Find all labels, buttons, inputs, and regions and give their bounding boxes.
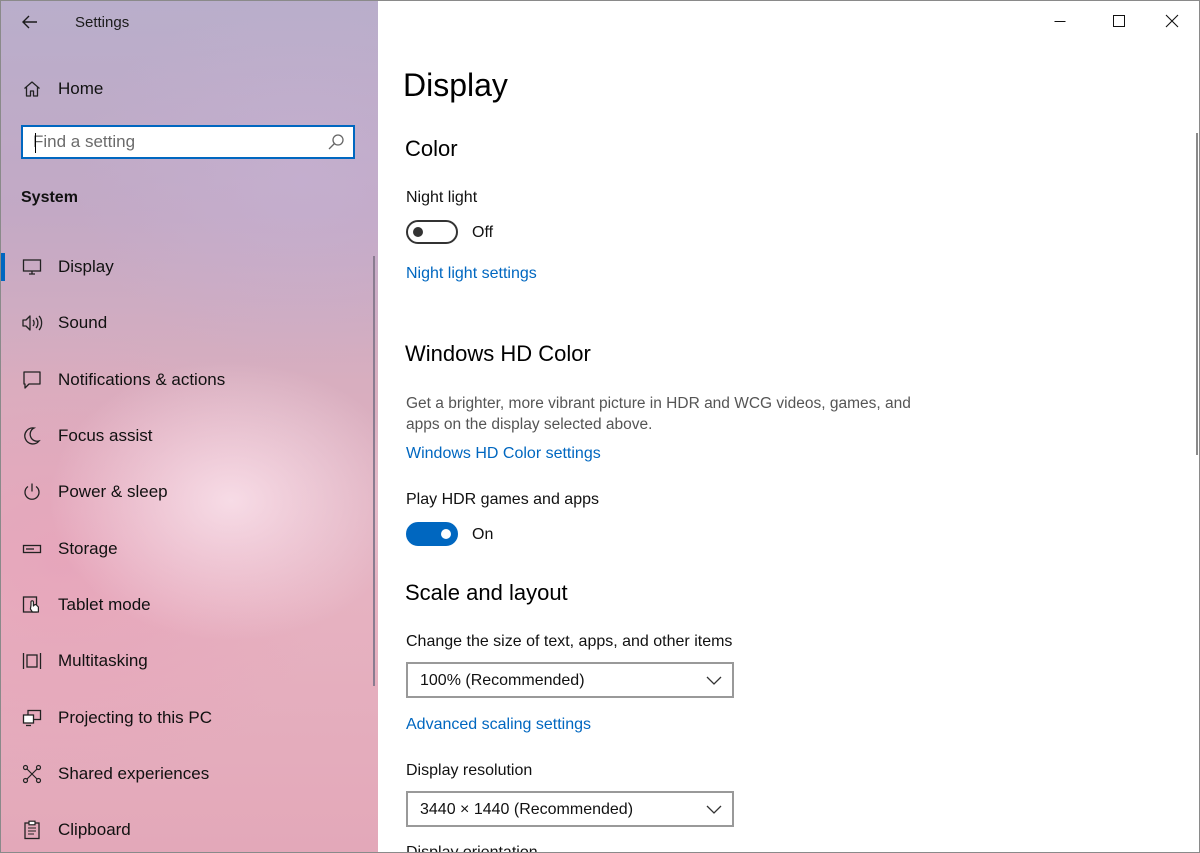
sidebar-scrollbar[interactable] — [373, 256, 375, 686]
sidebar-item-label: Clipboard — [58, 820, 131, 840]
orientation-label: Display orientation — [406, 843, 538, 852]
monitor-icon — [21, 256, 43, 278]
sidebar-item-label: Notifications & actions — [58, 369, 226, 389]
sidebar-item-notifications[interactable]: Notifications & actions — [1, 352, 371, 408]
projecting-icon — [21, 707, 43, 729]
night-light-label: Night light — [406, 189, 478, 206]
speaker-icon — [21, 312, 43, 334]
moon-icon — [21, 425, 43, 447]
sidebar-item-focus-assist[interactable]: Focus assist — [1, 408, 371, 464]
toggle-knob — [441, 529, 451, 539]
color-heading: Color — [405, 136, 458, 161]
sidebar-item-display[interactable]: Display — [1, 239, 371, 295]
chevron-down-icon — [706, 805, 722, 814]
app-title: Settings — [75, 14, 130, 31]
scale-layout-heading: Scale and layout — [405, 580, 568, 605]
toggle-knob — [413, 227, 423, 237]
sidebar-item-shared-experiences[interactable]: Shared experiences — [1, 746, 371, 802]
sidebar-item-label: Tablet mode — [58, 594, 151, 614]
page-title: Display — [403, 67, 508, 103]
scale-dropdown-value: 100% (Recommended) — [420, 672, 585, 689]
sidebar-item-label: Focus assist — [58, 426, 153, 446]
sidebar-nav-list: Display Sound Notifications & actions Fo… — [1, 239, 371, 852]
sidebar-item-storage[interactable]: Storage — [1, 520, 371, 576]
main-scrollbar[interactable] — [1196, 133, 1198, 455]
text-caret — [35, 133, 36, 153]
sidebar-item-label: Display — [58, 257, 114, 277]
close-button[interactable] — [1149, 1, 1195, 41]
minimize-icon — [1054, 21, 1066, 22]
notification-icon — [21, 369, 43, 391]
night-light-toggle[interactable] — [406, 220, 458, 244]
sidebar-item-tablet-mode[interactable]: Tablet mode — [1, 577, 371, 633]
resolution-label: Display resolution — [406, 762, 533, 779]
close-icon — [1165, 14, 1179, 28]
home-icon — [21, 78, 43, 100]
sidebar-item-clipboard[interactable]: Clipboard — [1, 802, 371, 852]
tablet-mode-icon — [21, 594, 43, 616]
maximize-icon — [1113, 15, 1125, 27]
minimize-button[interactable] — [1037, 1, 1083, 41]
search-input[interactable] — [33, 132, 323, 152]
night-light-settings-link[interactable]: Night light settings — [406, 265, 537, 283]
hdr-games-toggle[interactable] — [406, 522, 458, 546]
sidebar-item-label: Projecting to this PC — [58, 707, 213, 727]
night-light-state: Off — [472, 224, 494, 241]
maximize-button[interactable] — [1096, 1, 1142, 41]
sidebar-item-label: Multitasking — [58, 651, 148, 671]
sidebar-item-label: Shared experiences — [58, 763, 210, 783]
sidebar-item-label: Storage — [58, 538, 118, 558]
clipboard-icon — [21, 819, 43, 841]
hdr-games-state: On — [472, 526, 494, 543]
main-content: Display Color Night light Off Night ligh… — [378, 1, 1199, 852]
search-box[interactable] — [21, 125, 355, 159]
power-icon — [21, 481, 43, 503]
sidebar-item-power-sleep[interactable]: Power & sleep — [1, 464, 371, 520]
search-icon[interactable] — [327, 133, 345, 151]
settings-window: Settings Home System Display — [0, 0, 1200, 853]
sidebar-item-sound[interactable]: Sound — [1, 295, 371, 351]
chevron-down-icon — [706, 676, 722, 685]
hd-color-description: Get a brighter, more vibrant picture in … — [406, 395, 911, 433]
sidebar-home[interactable]: Home — [1, 71, 371, 107]
hd-color-heading: Windows HD Color — [405, 341, 591, 366]
back-arrow-icon — [22, 15, 37, 29]
hd-color-settings-link[interactable]: Windows HD Color settings — [406, 445, 601, 463]
resolution-dropdown[interactable]: 3440 × 1440 (Recommended) — [406, 791, 734, 827]
sidebar-item-label: Sound — [58, 313, 108, 333]
sidebar: Settings Home System Display — [1, 1, 378, 852]
sidebar-home-label: Home — [58, 79, 104, 98]
shared-experiences-icon — [21, 763, 43, 785]
resolution-dropdown-value: 3440 × 1440 (Recommended) — [420, 801, 634, 818]
sidebar-section-system: System — [21, 189, 78, 206]
storage-icon — [21, 538, 43, 560]
multitasking-icon — [21, 650, 43, 672]
advanced-scaling-link[interactable]: Advanced scaling settings — [406, 716, 591, 734]
sidebar-item-label: Power & sleep — [58, 482, 168, 502]
sidebar-item-projecting[interactable]: Projecting to this PC — [1, 689, 371, 745]
scale-label: Change the size of text, apps, and other… — [406, 633, 733, 650]
sidebar-item-multitasking[interactable]: Multitasking — [1, 633, 371, 689]
hdr-games-label: Play HDR games and apps — [406, 491, 599, 508]
scale-dropdown[interactable]: 100% (Recommended) — [406, 662, 734, 698]
back-button[interactable] — [15, 7, 45, 37]
